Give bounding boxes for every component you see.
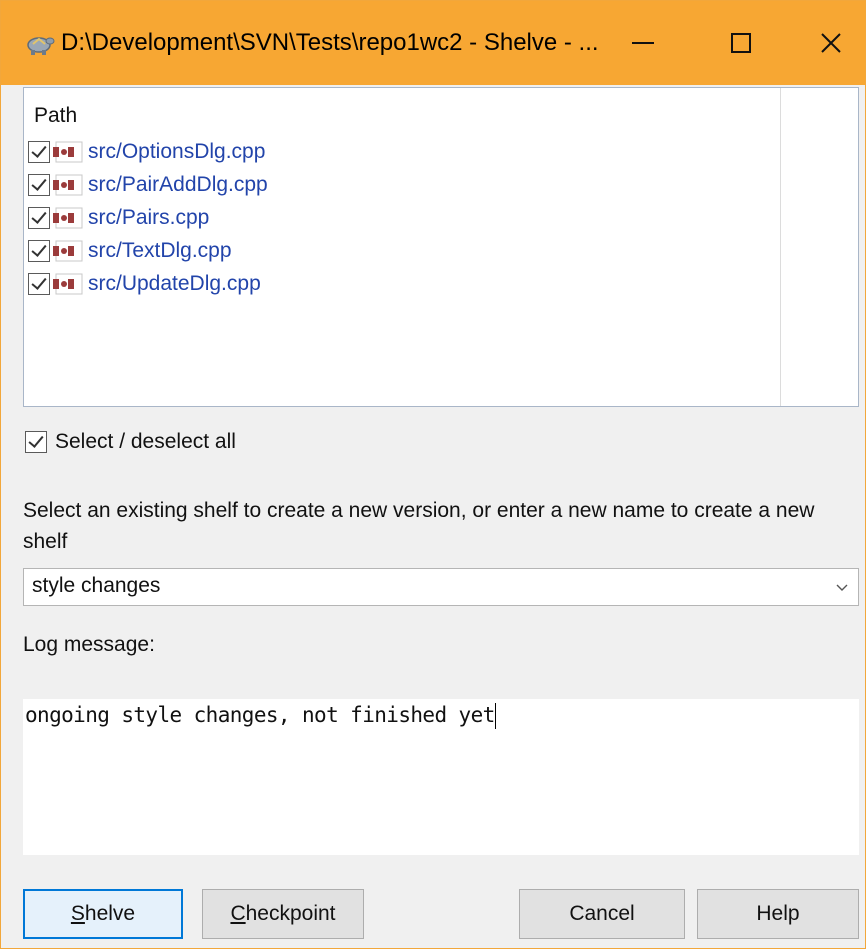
file-path[interactable]: src/PairAddDlg.cpp [88, 173, 268, 197]
minimize-icon [632, 42, 654, 44]
select-all-row[interactable]: Select / deselect all [25, 427, 236, 457]
shelf-name-combo[interactable]: style changes [23, 568, 859, 606]
log-message-input[interactable]: ongoing style changes, not finished yet [23, 699, 859, 855]
file-row[interactable]: src/TextDlg.cpp [28, 235, 232, 267]
file-checkbox[interactable] [28, 240, 50, 262]
changed-files-list[interactable]: Path src/OptionsDlg.cpp src/PairAddDlg.c… [23, 87, 859, 407]
file-checkbox[interactable] [28, 207, 50, 229]
title-bar[interactable]: D:\Development\SVN\Tests\repo1wc2 - Shel… [1, 1, 865, 85]
file-row[interactable]: src/UpdateDlg.cpp [28, 268, 261, 300]
cancel-button-label: Cancel [569, 902, 635, 925]
file-path[interactable]: src/TextDlg.cpp [88, 239, 232, 263]
maximize-button[interactable] [699, 1, 783, 85]
minimize-button[interactable] [601, 1, 685, 85]
chevron-down-icon[interactable] [834, 579, 850, 595]
log-message-label: Log message: [23, 633, 155, 656]
tortoise-app-icon [27, 37, 55, 55]
file-row[interactable]: src/PairAddDlg.cpp [28, 169, 268, 201]
help-button-label: Help [756, 902, 800, 925]
shelve-dialog: D:\Development\SVN\Tests\repo1wc2 - Shel… [0, 0, 866, 949]
modified-file-icon [53, 240, 83, 262]
column-divider[interactable] [780, 88, 781, 406]
window-title: D:\Development\SVN\Tests\repo1wc2 - Shel… [61, 29, 599, 56]
modified-file-icon [53, 141, 83, 163]
shelve-button[interactable]: Shelve [23, 889, 183, 939]
file-checkbox[interactable] [28, 174, 50, 196]
modified-file-icon [53, 207, 83, 229]
close-button[interactable] [789, 1, 866, 85]
file-checkbox[interactable] [28, 141, 50, 163]
select-all-label[interactable]: Select / deselect all [55, 430, 236, 454]
cancel-button[interactable]: Cancel [519, 889, 685, 939]
file-checkbox[interactable] [28, 273, 50, 295]
file-path[interactable]: src/UpdateDlg.cpp [88, 272, 261, 296]
file-row[interactable]: src/OptionsDlg.cpp [28, 136, 265, 168]
file-path[interactable]: src/OptionsDlg.cpp [88, 140, 265, 164]
file-row[interactable]: src/Pairs.cpp [28, 202, 209, 234]
select-all-checkbox[interactable] [25, 431, 47, 453]
modified-file-icon [53, 174, 83, 196]
modified-file-icon [53, 273, 83, 295]
file-path[interactable]: src/Pairs.cpp [88, 206, 209, 230]
checkpoint-button[interactable]: Checkpoint [202, 889, 364, 939]
shelf-name-value[interactable]: style changes [32, 574, 160, 598]
text-caret [494, 703, 496, 729]
shelve-button-label: Shelve [70, 902, 136, 925]
log-message-text[interactable]: ongoing style changes, not finished yet [25, 703, 496, 729]
help-button[interactable]: Help [697, 889, 859, 939]
path-column-header[interactable]: Path [34, 104, 77, 128]
maximize-icon [731, 33, 751, 53]
shelf-instructions: Select an existing shelf to create a new… [23, 499, 815, 553]
close-icon [821, 33, 841, 53]
checkpoint-button-label: Checkpoint [230, 902, 336, 925]
